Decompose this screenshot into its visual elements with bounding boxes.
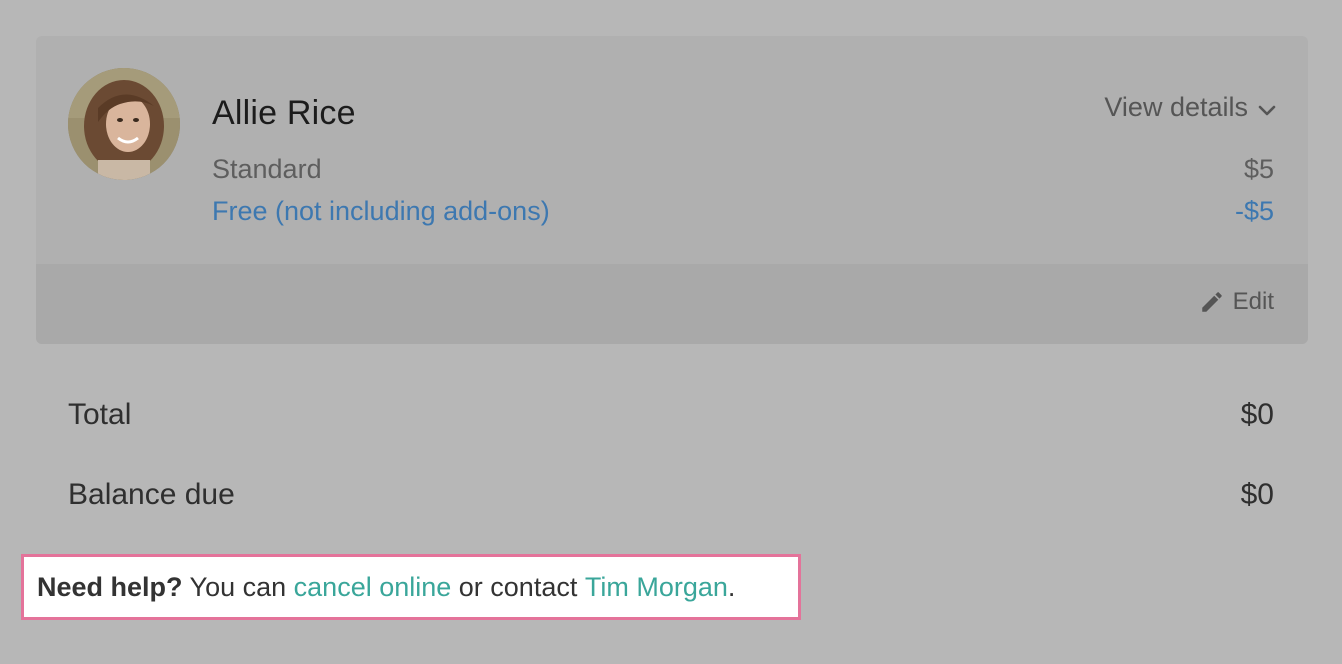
plan-price: $5 bbox=[1243, 154, 1274, 184]
avatar bbox=[68, 68, 180, 180]
balance-due-label: Balance due bbox=[68, 478, 235, 511]
edit-label: Edit bbox=[1232, 288, 1274, 315]
pencil-icon bbox=[1199, 289, 1225, 315]
subscription-card: Allie Rice View details Standard $5 Free… bbox=[36, 36, 1308, 344]
edit-button[interactable]: Edit bbox=[1199, 288, 1274, 316]
chevron-down-icon bbox=[1256, 97, 1278, 119]
plan-name: Standard bbox=[212, 154, 322, 184]
discount-price: -$5 bbox=[1234, 196, 1274, 226]
total-value: $0 bbox=[1240, 398, 1274, 431]
customer-name: Allie Rice bbox=[212, 94, 356, 132]
subscription-card-footer: Edit bbox=[36, 264, 1308, 344]
contact-link[interactable]: Tim Morgan bbox=[585, 572, 728, 603]
help-message: Need help? You can cancel online or cont… bbox=[21, 554, 801, 620]
total-label: Total bbox=[68, 398, 132, 431]
balance-due-value: $0 bbox=[1240, 478, 1274, 511]
help-text: You can bbox=[182, 571, 294, 602]
cancel-online-link[interactable]: cancel online bbox=[294, 572, 452, 603]
view-details-label: View details bbox=[1104, 92, 1248, 122]
help-text: or contact bbox=[451, 571, 585, 602]
view-details-button[interactable]: View details bbox=[1104, 92, 1278, 123]
help-heading: Need help? bbox=[37, 571, 183, 602]
help-text: . bbox=[727, 571, 736, 602]
subscription-card-body: Allie Rice View details Standard $5 Free… bbox=[36, 36, 1308, 264]
discount-label: Free (not including add-ons) bbox=[212, 196, 550, 226]
